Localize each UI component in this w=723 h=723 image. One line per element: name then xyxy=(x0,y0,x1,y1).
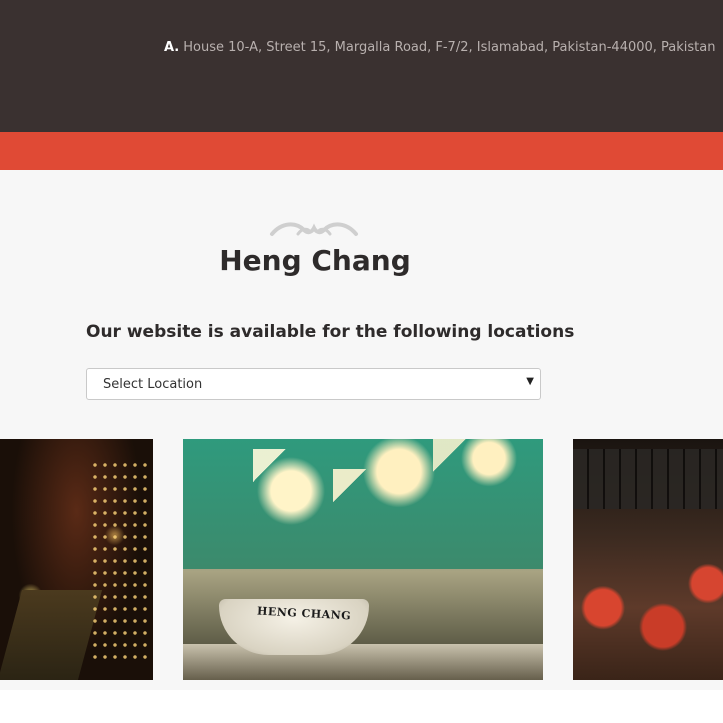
gallery-image-cup: HENG CHANG xyxy=(183,439,543,680)
locations-heading: Our website is available for the followi… xyxy=(86,322,575,342)
ornament-icon xyxy=(270,222,358,236)
plate-shape xyxy=(183,644,543,680)
location-select[interactable]: Select Location ▼ xyxy=(86,368,541,400)
address-text: House 10-A, Street 15, Margalla Road, F-… xyxy=(183,40,716,55)
location-select-value: Select Location xyxy=(103,377,203,392)
string-lights-shape xyxy=(90,459,150,659)
address-label: A. xyxy=(164,40,180,55)
accent-bar xyxy=(0,132,723,170)
walkway-shape xyxy=(0,590,103,680)
ceiling-shape xyxy=(573,449,723,509)
dropdown-arrow-icon: ▼ xyxy=(526,376,534,387)
gallery-image-dining-room xyxy=(573,439,723,680)
gallery-image-walkway xyxy=(0,439,153,680)
main-content: Heng Chang Our website is available for … xyxy=(0,170,723,690)
brand-title: Heng Chang xyxy=(219,244,411,277)
top-bar: A. House 10-A, Street 15, Margalla Road, … xyxy=(0,0,723,132)
ceiling-cubes-shape xyxy=(183,439,543,569)
address: A. House 10-A, Street 15, Margalla Road, … xyxy=(164,40,715,55)
